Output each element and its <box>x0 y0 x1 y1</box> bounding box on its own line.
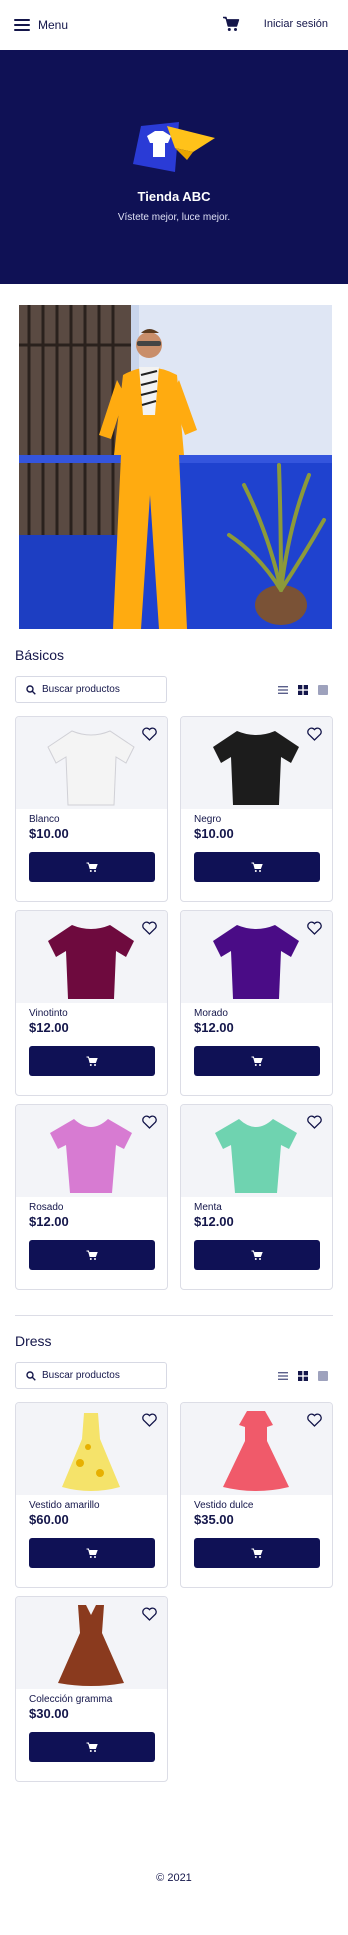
product-price: $10.00 <box>29 826 69 841</box>
product-card[interactable]: Blanco $10.00 <box>15 716 168 902</box>
add-to-cart-button[interactable] <box>29 1046 155 1076</box>
top-bar: Menu Iniciar sesión <box>0 0 348 50</box>
cart-icon <box>86 1548 98 1558</box>
menu-label: Menu <box>38 18 69 32</box>
list-view-icon[interactable] <box>278 1371 288 1381</box>
section-divider <box>15 1315 333 1316</box>
product-card[interactable]: Vestido dulce $35.00 <box>180 1402 333 1588</box>
add-to-cart-button[interactable] <box>194 852 320 882</box>
search-input[interactable]: Buscar productos <box>15 1362 167 1389</box>
cart-icon <box>251 1548 263 1558</box>
product-price: $12.00 <box>29 1020 69 1035</box>
product-name: Vinotinto <box>29 1008 68 1019</box>
large-view-icon[interactable] <box>318 1371 328 1381</box>
add-to-cart-button[interactable] <box>29 1240 155 1270</box>
add-to-cart-button[interactable] <box>29 852 155 882</box>
add-to-cart-button[interactable] <box>29 1538 155 1568</box>
add-to-cart-button[interactable] <box>194 1240 320 1270</box>
product-name: Morado <box>194 1008 228 1019</box>
grid-view-icon[interactable] <box>298 1371 308 1381</box>
product-name: Vestido dulce <box>194 1500 254 1511</box>
product-price: $30.00 <box>29 1706 69 1721</box>
heart-icon[interactable] <box>307 1115 322 1129</box>
view-toggle <box>278 685 328 695</box>
hamburger-icon <box>14 19 30 31</box>
add-to-cart-button[interactable] <box>194 1538 320 1568</box>
product-price: $12.00 <box>194 1214 234 1229</box>
heart-icon[interactable] <box>142 921 157 935</box>
search-placeholder: Buscar productos <box>42 684 120 695</box>
product-price: $60.00 <box>29 1512 69 1527</box>
banner-photo <box>19 305 332 629</box>
footer-copyright: © 2021 <box>156 1872 192 1884</box>
heart-icon[interactable] <box>307 727 322 741</box>
product-name: Colección gramma <box>29 1694 113 1705</box>
product-card[interactable]: Rosado $12.00 <box>15 1104 168 1290</box>
banner-image <box>19 305 332 629</box>
heart-icon[interactable] <box>307 921 322 935</box>
product-price: $35.00 <box>194 1512 234 1527</box>
product-card[interactable]: Menta $12.00 <box>180 1104 333 1290</box>
cart-icon <box>251 1250 263 1260</box>
heart-icon[interactable] <box>142 1607 157 1621</box>
product-name: Rosado <box>29 1202 64 1213</box>
cart-icon <box>251 862 263 872</box>
cart-icon <box>86 1250 98 1260</box>
search-icon <box>26 1370 36 1381</box>
store-name: Tienda ABC <box>137 189 211 204</box>
login-link[interactable]: Iniciar sesión <box>264 18 328 30</box>
product-price: $12.00 <box>194 1020 234 1035</box>
product-name: Blanco <box>29 814 60 825</box>
hero-section: Tienda ABC Vístete mejor, luce mejor. <box>0 50 348 284</box>
section-title: Básicos <box>15 647 65 663</box>
product-name: Negro <box>194 814 222 825</box>
heart-icon[interactable] <box>142 727 157 741</box>
view-toggle <box>278 1371 328 1381</box>
cart-icon[interactable] <box>222 16 240 32</box>
menu-button[interactable]: Menu <box>14 15 68 35</box>
product-price: $10.00 <box>194 826 234 841</box>
heart-icon[interactable] <box>142 1115 157 1129</box>
cart-icon <box>251 1056 263 1066</box>
add-to-cart-button[interactable] <box>194 1046 320 1076</box>
list-view-icon[interactable] <box>278 685 288 695</box>
product-card[interactable]: Morado $12.00 <box>180 910 333 1096</box>
search-input[interactable]: Buscar productos <box>15 676 167 703</box>
product-price: $12.00 <box>29 1214 69 1229</box>
search-placeholder: Buscar productos <box>42 1370 120 1381</box>
grid-view-icon[interactable] <box>298 685 308 695</box>
heart-icon[interactable] <box>142 1413 157 1427</box>
add-to-cart-button[interactable] <box>29 1732 155 1762</box>
product-name: Vestido amarillo <box>29 1500 100 1511</box>
product-card[interactable]: Negro $10.00 <box>180 716 333 902</box>
cart-icon <box>86 1056 98 1066</box>
heart-icon[interactable] <box>307 1413 322 1427</box>
product-card[interactable]: Vestido amarillo $60.00 <box>15 1402 168 1588</box>
product-name: Menta <box>194 1202 222 1213</box>
cart-icon <box>86 862 98 872</box>
store-tagline: Vístete mejor, luce mejor. <box>117 212 231 223</box>
product-card[interactable]: Colección gramma $30.00 <box>15 1596 168 1782</box>
product-card[interactable]: Vinotinto $12.00 <box>15 910 168 1096</box>
cart-icon <box>86 1742 98 1752</box>
search-icon <box>26 684 36 695</box>
store-logo <box>133 122 215 172</box>
section-title: Dress <box>15 1333 52 1349</box>
large-view-icon[interactable] <box>318 685 328 695</box>
